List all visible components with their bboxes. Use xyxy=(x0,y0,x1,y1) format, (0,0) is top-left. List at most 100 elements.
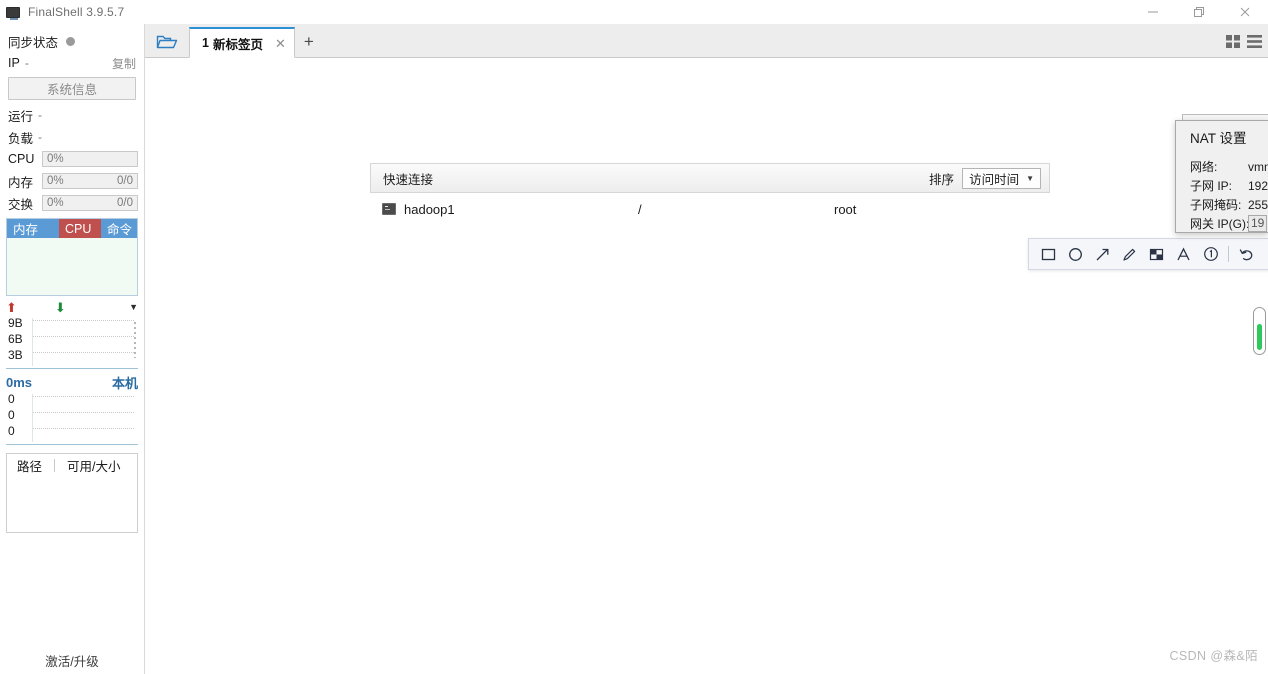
ping-host-label: 本机 xyxy=(111,375,138,391)
title-bar: FinalShell 3.9.5.7 xyxy=(0,0,1268,24)
arrow-up-icon: ⬆ xyxy=(6,299,17,315)
network-y-label-2: 6B xyxy=(8,332,23,346)
process-table: 内存 CPU 命令 xyxy=(6,218,138,296)
undo-tool-icon[interactable] xyxy=(1233,241,1260,267)
process-column-command[interactable]: 命令 xyxy=(101,219,137,238)
tab-close-icon[interactable]: ✕ xyxy=(275,37,286,50)
list-view-icon[interactable] xyxy=(1247,34,1262,49)
memory-meter-percent: 0% xyxy=(47,175,64,187)
ping-y-label-1: 0 xyxy=(8,392,15,406)
disk-column-divider xyxy=(54,458,56,472)
ip-value: - xyxy=(24,56,29,70)
finalshell-window: FinalShell 3.9.5.7 同步状态 IP - 复制 系统信息 运行 … xyxy=(0,0,1268,674)
app-monitor-icon xyxy=(5,4,21,20)
cpu-meter-row: CPU 0% xyxy=(0,148,144,170)
sort-dropdown-value: 访问时间 xyxy=(969,172,1020,187)
sort-dropdown[interactable]: 访问时间 ▼ xyxy=(962,167,1041,189)
memory-meter-fraction: 0/0 xyxy=(117,175,133,187)
copy-ip-button[interactable]: 复制 xyxy=(112,55,136,72)
uptime-row: 运行 - xyxy=(0,104,144,126)
nat-value-subnet-mask: 255 xyxy=(1248,197,1268,212)
main-area: 1 新标签页 ✕ + 快速连接 排序 访问时间 ▼ hadoop1 / root… xyxy=(145,24,1268,674)
nat-field-network: 网络: vmn xyxy=(1190,157,1268,176)
network-graph-grid xyxy=(32,318,136,366)
quick-connect-row[interactable]: hadoop1 / root xyxy=(370,193,1050,225)
swap-meter-label: 交换 xyxy=(8,197,34,212)
sync-status-label: 同步状态 xyxy=(8,35,59,50)
watermark: CSDN @森&陌 xyxy=(1169,649,1258,663)
network-y-label-3: 3B xyxy=(8,348,23,362)
text-tool-icon[interactable] xyxy=(1170,241,1197,267)
swap-meter-row: 交换 0% 0/0 xyxy=(0,192,144,214)
nat-label-subnet-mask: 子网掩码: xyxy=(1190,198,1242,212)
system-info-button[interactable]: 系统信息 xyxy=(8,77,136,100)
content-area: 快速连接 排序 访问时间 ▼ hadoop1 / root CSDN @森&陌 xyxy=(145,58,1268,674)
sync-status-row: 同步状态 xyxy=(0,30,144,52)
ellipse-tool-icon[interactable] xyxy=(1062,241,1089,267)
window-controls xyxy=(1130,0,1268,24)
terminal-icon xyxy=(382,203,396,215)
arrow-tool-icon[interactable] xyxy=(1089,241,1116,267)
memory-meter-row: 内存 0% 0/0 xyxy=(0,170,144,192)
nat-field-subnet-ip: 子网 IP: 192 xyxy=(1190,176,1268,195)
ping-latency-value: 0ms xyxy=(6,374,33,390)
close-button[interactable] xyxy=(1222,0,1268,24)
number-tool-icon[interactable] xyxy=(1197,241,1224,267)
nat-dialog-title: NAT 设置 xyxy=(1190,131,1247,146)
load-row: 负载 - xyxy=(0,126,144,148)
network-graph: 9B 6B 3B xyxy=(6,316,138,369)
grid-view-icon[interactable] xyxy=(1226,34,1241,49)
vertical-scrollbar[interactable] xyxy=(1253,307,1266,355)
process-column-cpu[interactable]: CPU xyxy=(59,219,101,238)
process-table-body xyxy=(7,238,137,295)
scrollbar-thumb[interactable] xyxy=(1257,324,1262,350)
disk-panel: 路径 可用/大小 xyxy=(6,453,138,533)
quick-connect-header: 快速连接 排序 访问时间 ▼ xyxy=(370,163,1050,193)
load-value: - xyxy=(38,130,43,144)
nat-field-subnet-mask: 子网掩码: 255 xyxy=(1190,195,1268,214)
connection-user: root xyxy=(834,201,857,217)
new-tab-button[interactable]: + xyxy=(295,26,323,57)
tab-new-page[interactable]: 1 新标签页 ✕ xyxy=(189,27,295,58)
ping-graph-grid xyxy=(32,394,134,442)
annotation-toolbar xyxy=(1028,238,1268,270)
disk-panel-header: 路径 可用/大小 xyxy=(7,454,137,476)
disk-column-available-size[interactable]: 可用/大小 xyxy=(67,456,120,475)
ip-label: IP xyxy=(8,56,20,70)
minimize-button[interactable] xyxy=(1130,0,1176,24)
nat-dialog-fields: 网络: vmn 子网 IP: 192 子网掩码: 255 网关 IP(G): 1… xyxy=(1176,157,1268,232)
open-folder-icon[interactable] xyxy=(145,26,189,57)
tab-bar-actions xyxy=(1226,26,1268,57)
cpu-meter-label: CPU xyxy=(8,152,35,166)
swap-meter-bar: 0% 0/0 xyxy=(42,195,138,211)
pen-tool-icon[interactable] xyxy=(1116,241,1143,267)
caret-down-icon[interactable]: ▼ xyxy=(129,302,138,312)
toolbar-divider xyxy=(1228,246,1229,262)
uptime-label: 运行 xyxy=(8,109,34,124)
sidebar: 同步状态 IP - 复制 系统信息 运行 - 负载 - CPU 0% 内存 0%… xyxy=(0,24,145,674)
quick-connect-panel: 快速连接 排序 访问时间 ▼ hadoop1 / root xyxy=(370,163,1050,225)
nat-label-network: 网络: xyxy=(1190,160,1218,174)
sync-status-indicator-icon xyxy=(66,36,76,46)
nat-value-subnet-ip: 192 xyxy=(1248,178,1268,193)
ping-graph-header: 0ms 本机 xyxy=(0,369,144,392)
mosaic-tool-icon[interactable] xyxy=(1143,241,1170,267)
window-title: FinalShell 3.9.5.7 xyxy=(28,5,125,19)
uptime-value: - xyxy=(38,108,43,122)
disk-column-path[interactable]: 路径 xyxy=(17,456,42,475)
tab-label: 新标签页 xyxy=(212,37,263,52)
load-label: 负载 xyxy=(8,131,34,146)
process-column-memory[interactable]: 内存 xyxy=(7,219,59,238)
network-graph-header: ⬆ ⬇ ▼ xyxy=(0,296,144,316)
redo-tool-icon[interactable] xyxy=(1260,241,1268,267)
nat-value-network: vmn xyxy=(1248,159,1268,174)
rectangle-tool-icon[interactable] xyxy=(1035,241,1062,267)
maximize-button[interactable] xyxy=(1176,0,1222,24)
quick-connect-title: 快速连接 xyxy=(383,172,434,187)
nat-value-gateway-ip[interactable]: 19 xyxy=(1248,215,1268,232)
nat-label-gateway-ip: 网关 IP(G): xyxy=(1190,217,1250,231)
activate-upgrade-link[interactable]: 激活/升级 xyxy=(0,646,144,674)
process-table-header: 内存 CPU 命令 xyxy=(7,219,137,238)
cpu-meter-percent: 0% xyxy=(47,153,64,165)
